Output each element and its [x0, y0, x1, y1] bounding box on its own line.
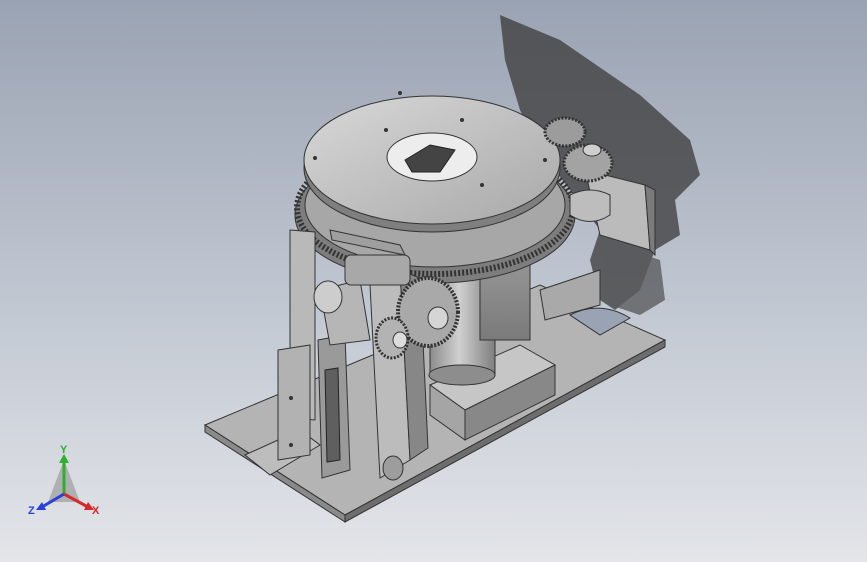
- 3d-viewport[interactable]: Y X Z: [0, 0, 867, 562]
- z-axis-label: Z: [28, 505, 35, 517]
- model-canvas: [203, 15, 700, 523]
- y-axis-label: Y: [60, 444, 68, 456]
- orientation-triad[interactable]: Y X Z: [28, 444, 106, 522]
- x-axis-label: X: [92, 505, 100, 517]
- left-frame[interactable]: [277, 229, 316, 461]
- linear-rail[interactable]: [317, 334, 351, 479]
